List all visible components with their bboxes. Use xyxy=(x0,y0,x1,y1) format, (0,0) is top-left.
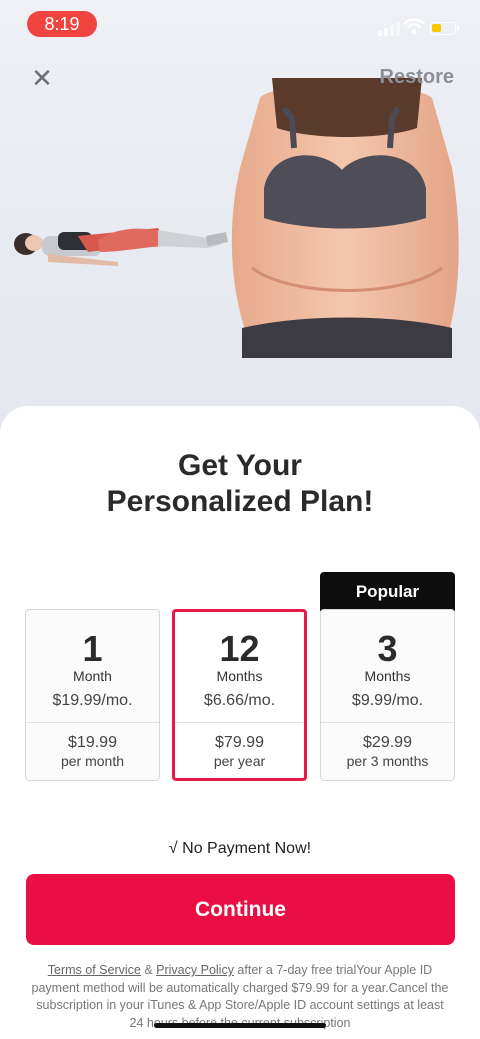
plan-total-price: $19.99 xyxy=(68,734,117,751)
plan-divider xyxy=(321,722,454,723)
plan-unit: Months xyxy=(216,668,263,684)
page-title: Get Your Personalized Plan! xyxy=(0,448,480,520)
terms-link[interactable]: Terms of Service xyxy=(48,963,141,977)
plan-divider xyxy=(26,722,159,723)
plan-period: per 3 months xyxy=(346,753,429,769)
title-line-1: Get Your xyxy=(178,449,302,482)
plan-monthly-price: $19.99/mo. xyxy=(52,692,133,709)
exercise-illustration xyxy=(14,228,228,266)
plan-count: 1 xyxy=(82,628,103,669)
plan-total-price: $79.99 xyxy=(215,734,264,751)
plan-card-1-month[interactable]: 1 Month $19.99/mo. $19.99 per month xyxy=(25,609,160,781)
battery-icon xyxy=(430,22,459,35)
home-indicator[interactable] xyxy=(154,1023,326,1028)
plan-card-3-months[interactable]: 3 Months $9.99/mo. $29.99 per 3 months xyxy=(320,609,455,781)
plan-unit: Months xyxy=(364,668,411,684)
legal-ampersand: & xyxy=(140,963,157,977)
status-bar: 8:19 xyxy=(0,0,480,48)
wifi-icon xyxy=(403,18,425,35)
plan-divider xyxy=(175,722,304,723)
plan-card-12-months[interactable]: 12 Months $6.66/mo. $79.99 per year xyxy=(172,609,307,781)
popular-badge: Popular xyxy=(320,572,455,611)
plan-count: 12 xyxy=(219,628,260,669)
plan-monthly-price: $9.99/mo. xyxy=(351,692,424,709)
close-icon[interactable]: ✕ xyxy=(28,64,56,92)
plan-period: per year xyxy=(213,753,266,769)
status-time: 8:19 xyxy=(27,11,97,37)
plan-count: 3 xyxy=(377,628,398,669)
plan-monthly-price: $6.66/mo. xyxy=(203,692,276,709)
title-line-2: Personalized Plan! xyxy=(106,485,374,518)
plan-total-price: $29.99 xyxy=(363,734,412,751)
plan-unit: Month xyxy=(73,668,112,684)
body-illustration xyxy=(231,78,459,358)
plan-period: per month xyxy=(60,753,125,769)
privacy-link[interactable]: Privacy Policy xyxy=(156,963,234,977)
restore-button[interactable]: Restore xyxy=(380,66,454,89)
continue-button[interactable]: Continue xyxy=(26,874,455,945)
signal-icon xyxy=(378,22,400,36)
legal-text: Terms of Service & Privacy Policy after … xyxy=(30,962,450,1032)
no-payment-note: √ No Payment Now! xyxy=(168,840,312,857)
